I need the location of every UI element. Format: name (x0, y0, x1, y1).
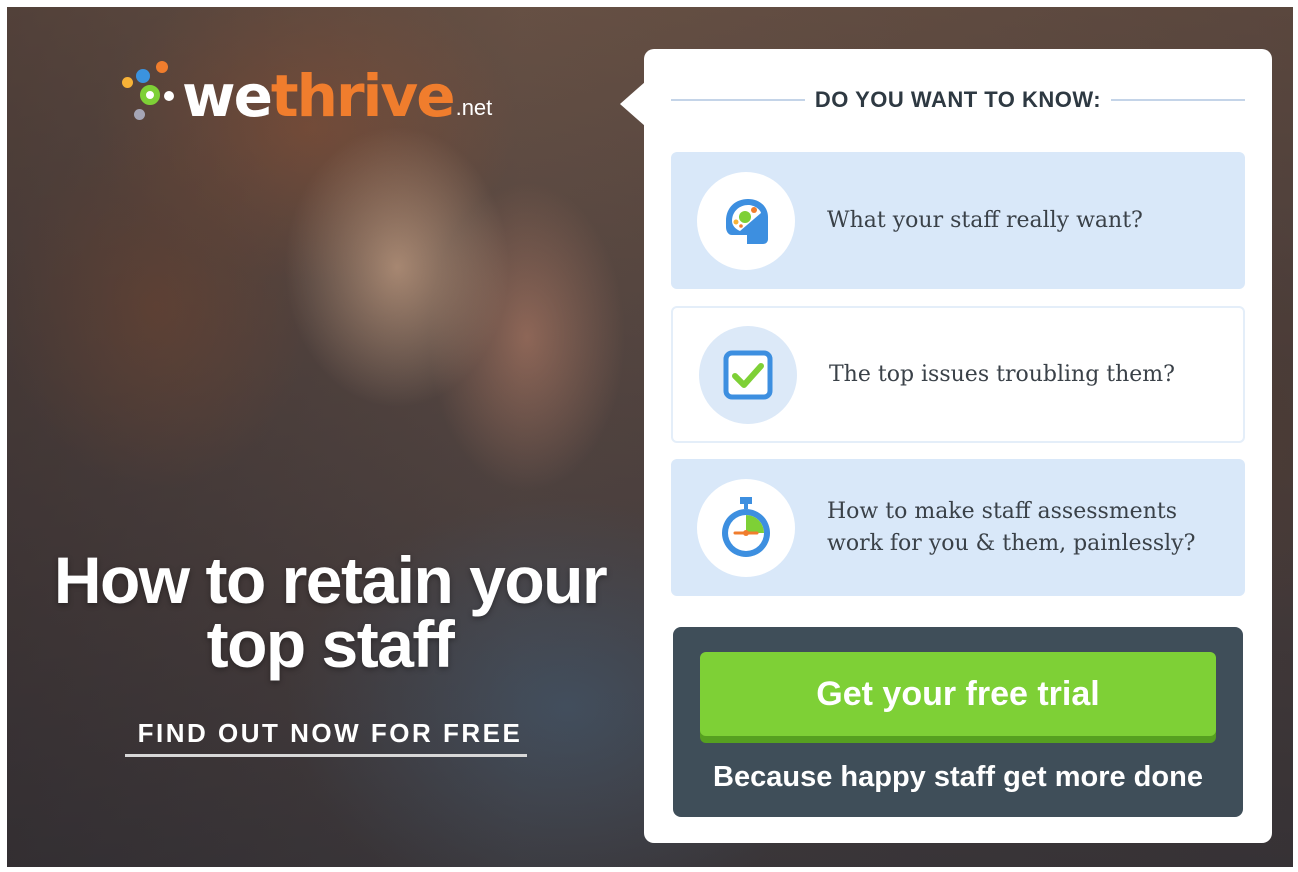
card-pointer (620, 82, 645, 126)
card-title: DO YOU WANT TO KNOW: (671, 87, 1246, 113)
question-label-3-line2: work for you & them, painlessly? (827, 530, 1196, 556)
hero-headline-line2: top staff (206, 607, 455, 681)
tagline-text: Because happy staff get more done (713, 761, 1203, 793)
stopwatch-icon-circle (697, 478, 795, 577)
info-card: DO YOU WANT TO KNOW: What your staff rea… (644, 49, 1272, 843)
checkbox-icon-circle (699, 325, 797, 424)
logo-thrive: thrive (270, 62, 456, 130)
question-label-3: How to make staff assessments work for y… (827, 496, 1195, 560)
question-item-top-issues: The top issues troubling them? (671, 306, 1245, 443)
question-label-2: The top issues troubling them? (829, 361, 1175, 387)
question-item-assessments: How to make staff assessments work for y… (671, 459, 1245, 596)
logo-mark-icon (120, 55, 182, 125)
logo-wordmark: wethrive (182, 67, 456, 125)
title-divider-right (1111, 99, 1246, 101)
cta-underline (125, 754, 527, 757)
head-icon-circle (697, 171, 795, 270)
logo-we: we (182, 62, 273, 130)
hero-headline: How to retain your top staff (30, 543, 630, 681)
stopwatch-icon (722, 496, 770, 557)
hero-headline-line1: How to retain your (53, 543, 608, 617)
question-label-1: What your staff really want? (827, 207, 1143, 233)
free-trial-button[interactable]: Get your free trial (700, 652, 1216, 736)
trial-panel: Get your free trial Because happy staff … (673, 627, 1243, 817)
title-divider-left (671, 99, 805, 101)
card-title-text: DO YOU WANT TO KNOW: (814, 87, 1102, 112)
checkbox-icon (723, 350, 773, 399)
logo-net: .net (455, 95, 493, 120)
question-label-3-line1: How to make staff assessments (827, 498, 1178, 524)
head-icon (726, 198, 768, 244)
question-item-staff-want: What your staff really want? (671, 152, 1245, 289)
find-out-now-link[interactable]: FIND OUT NOW FOR FREE (110, 718, 550, 749)
wethrive-logo[interactable]: wethrive .net (120, 55, 492, 125)
